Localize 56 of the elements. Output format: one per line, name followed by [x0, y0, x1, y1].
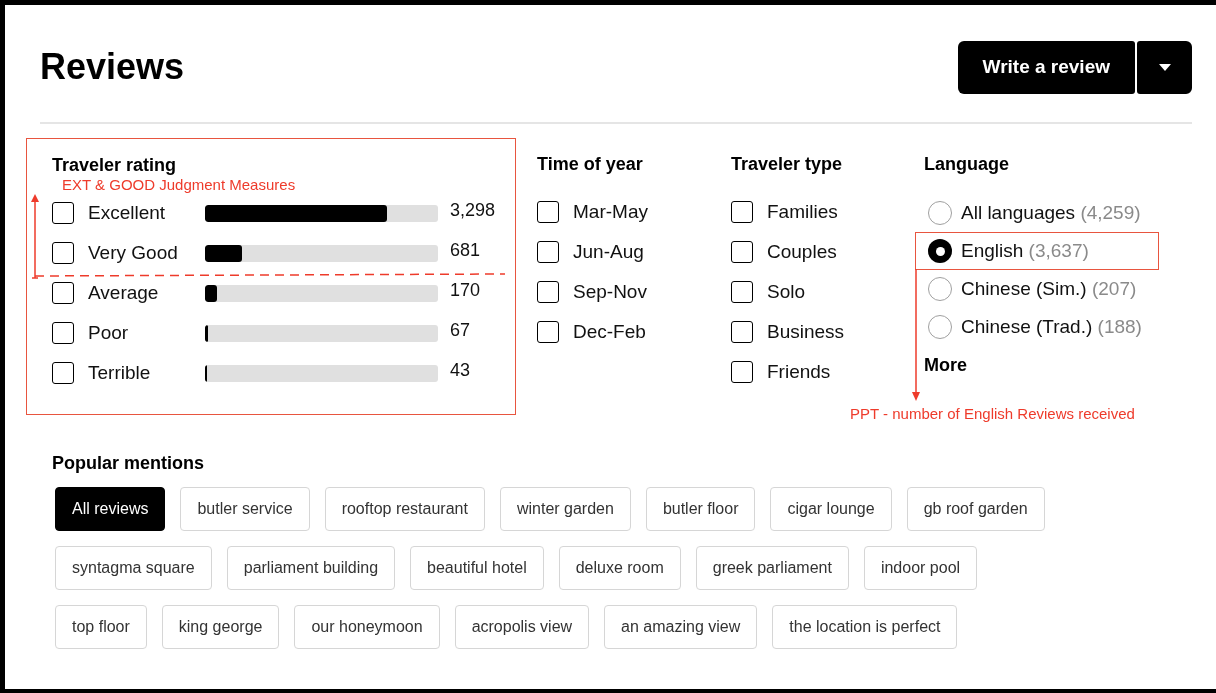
section-heading: Popular mentions [52, 452, 205, 475]
rating-count: 43 [450, 358, 471, 382]
language-label: Chinese (Sim.) (207) [961, 276, 1137, 301]
option-label: Business [767, 319, 845, 344]
annotation-text: EXT & GOOD Judgment Measures [62, 177, 297, 193]
mention-chip[interactable]: gb roof garden [906, 487, 1045, 531]
option-label: Sep-Nov [573, 279, 647, 304]
rating-count: 170 [450, 278, 481, 302]
mention-chip[interactable]: top floor [55, 605, 147, 649]
option-label: Jun-Aug [573, 239, 644, 264]
mention-chip[interactable]: greek parliament [695, 546, 849, 590]
mention-chip[interactable]: All reviews [55, 487, 166, 531]
mention-chip[interactable]: butler floor [645, 487, 756, 531]
mention-chip[interactable]: parliament building [226, 546, 396, 590]
rating-label: Average [88, 280, 160, 305]
rating-label: Poor [88, 320, 130, 345]
filter-heading: Language [924, 153, 1010, 176]
mention-chip[interactable]: the location is perfect [772, 605, 958, 649]
rating-count: 681 [450, 238, 481, 262]
option-label: Couples [767, 239, 837, 264]
filter-heading: Traveler rating [52, 154, 178, 177]
mention-chip[interactable]: king george [161, 605, 280, 649]
mention-chip[interactable]: acropolis view [454, 605, 590, 649]
option-label: Solo [767, 279, 806, 304]
mention-chip[interactable]: butler service [180, 487, 310, 531]
annotation-text: PPT - number of English Reviews received [850, 404, 1135, 424]
rating-count: 67 [450, 318, 471, 342]
option-label: Families [767, 199, 838, 224]
mention-chip[interactable]: deluxe room [558, 546, 681, 590]
rating-count: 3,298 [450, 198, 496, 222]
mention-chip[interactable]: winter garden [499, 487, 631, 531]
rating-label: Excellent [88, 200, 167, 225]
mention-chip[interactable]: indoor pool [863, 546, 978, 590]
mention-chip[interactable]: our honeymoon [294, 605, 440, 649]
page-title: Reviews [40, 45, 185, 89]
filter-heading: Traveler type [731, 153, 844, 176]
write-review-button[interactable]: Write a review [957, 40, 1135, 94]
language-option[interactable]: All languages (4,259) [915, 194, 1159, 232]
language-label: English (3,637) [961, 238, 1089, 263]
language-option[interactable]: English (3,637) [915, 232, 1159, 270]
mention-chip[interactable]: syntagma square [55, 546, 212, 590]
language-option[interactable]: Chinese (Trad.) (188) [915, 308, 1159, 346]
mention-chip[interactable]: cigar lounge [770, 487, 892, 531]
filter-heading: Time of year [537, 153, 644, 176]
mention-chip[interactable]: an amazing view [604, 605, 758, 649]
option-label: Mar-May [573, 199, 648, 224]
language-option[interactable]: Chinese (Sim.) (207) [915, 270, 1159, 308]
more-link[interactable]: More [924, 346, 1159, 384]
language-label: Chinese (Trad.) (188) [961, 314, 1142, 339]
option-label: Friends [767, 359, 831, 384]
rating-label: Terrible [88, 360, 152, 385]
language-label: All languages (4,259) [961, 200, 1141, 225]
mention-chip[interactable]: rooftop restaurant [324, 487, 485, 531]
mention-chip[interactable]: beautiful hotel [410, 546, 544, 590]
option-label: Dec-Feb [573, 319, 646, 344]
rating-label: Very Good [88, 240, 179, 265]
